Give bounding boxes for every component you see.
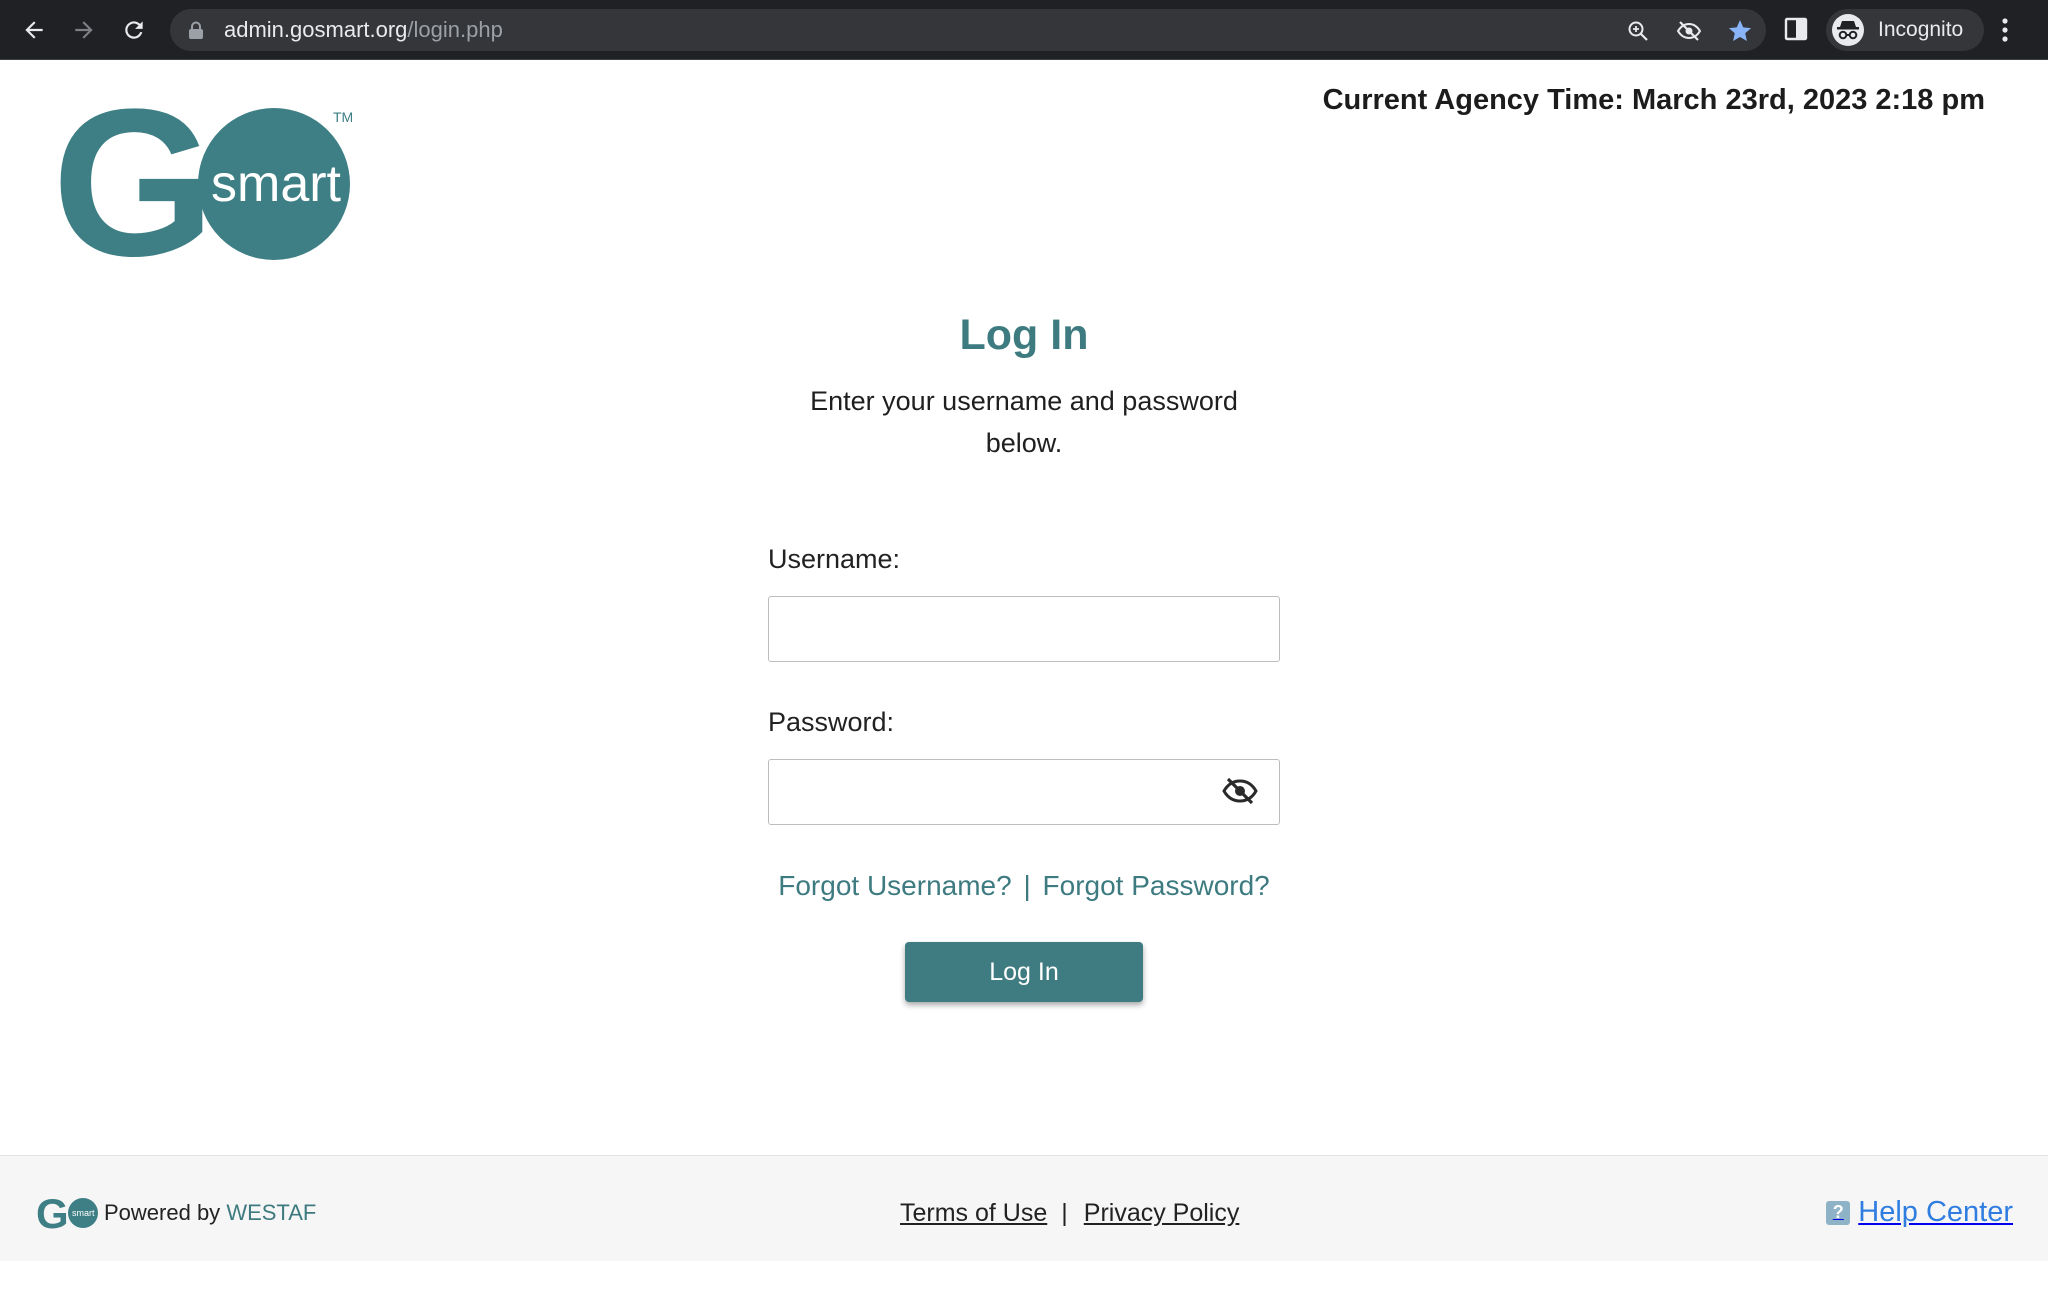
terms-of-use-link[interactable]: Terms of Use	[900, 1199, 1047, 1227]
page-title: Log In	[959, 311, 1089, 359]
svg-text:TM: TM	[333, 109, 353, 125]
footer-links-separator: |	[1061, 1199, 1068, 1227]
login-button[interactable]: Log In	[905, 942, 1143, 1002]
eye-off-icon[interactable]	[1676, 18, 1702, 44]
help-center-label: Help Center	[1858, 1196, 2013, 1228]
username-label: Username:	[768, 544, 901, 574]
forgot-links: Forgot Username? | Forgot Password?	[768, 870, 1280, 902]
address-bar[interactable]: admin.gosmart.org/login.php	[170, 9, 1766, 51]
forward-icon[interactable]	[66, 12, 102, 48]
lock-icon[interactable]	[188, 21, 204, 45]
svg-text:G: G	[36, 1196, 69, 1230]
side-panel-icon[interactable]	[1784, 17, 1808, 46]
forgot-links-separator: |	[1023, 870, 1031, 901]
westaf-link[interactable]: WESTAF	[226, 1200, 316, 1225]
powered-by: Powered by WESTAF	[104, 1200, 317, 1225]
more-menu-icon[interactable]	[2000, 16, 2010, 49]
reload-icon[interactable]	[116, 12, 152, 48]
footer-gosmart-logo: G smart	[36, 1190, 100, 1237]
gosmart-logo[interactable]: G smart TM	[52, 65, 362, 300]
password-input[interactable]	[768, 759, 1280, 825]
help-question-icon: ?	[1826, 1200, 1851, 1225]
zoom-icon[interactable]	[1625, 18, 1651, 44]
login-instructions: Enter your username and password below.	[810, 386, 1238, 458]
forgot-password-link[interactable]: Forgot Password?	[1043, 870, 1270, 901]
browser-toolbar: admin.gosmart.org/login.php Incognito	[0, 0, 2048, 60]
bookmark-star-icon[interactable]	[1727, 18, 1753, 44]
password-label: Password:	[768, 707, 895, 737]
url-text[interactable]: admin.gosmart.org/login.php	[224, 18, 503, 42]
login-panel: Log In Enter your username and password …	[768, 300, 1280, 464]
footer-links: Terms of Use | Privacy Policy	[900, 1199, 1239, 1228]
privacy-policy-link[interactable]: Privacy Policy	[1084, 1199, 1240, 1227]
help-center-link[interactable]: ? Help Center	[1826, 1196, 2013, 1229]
forgot-username-link[interactable]: Forgot Username?	[778, 870, 1011, 901]
incognito-icon	[1832, 14, 1864, 46]
profile-button[interactable]: Incognito	[1826, 9, 1984, 51]
svg-text:G: G	[52, 104, 215, 264]
username-input[interactable]	[768, 596, 1280, 662]
profile-label: Incognito	[1878, 18, 1964, 41]
back-icon[interactable]	[16, 12, 52, 48]
footer: G smart Powered by WESTAF Terms of Use | P…	[0, 1155, 2048, 1261]
svg-text:smart: smart	[72, 1208, 95, 1218]
show-password-eye-icon[interactable]	[1220, 776, 1260, 806]
agency-time: Current Agency Time: March 23rd, 2023 2:…	[1322, 84, 1985, 116]
svg-text:smart: smart	[211, 155, 342, 213]
